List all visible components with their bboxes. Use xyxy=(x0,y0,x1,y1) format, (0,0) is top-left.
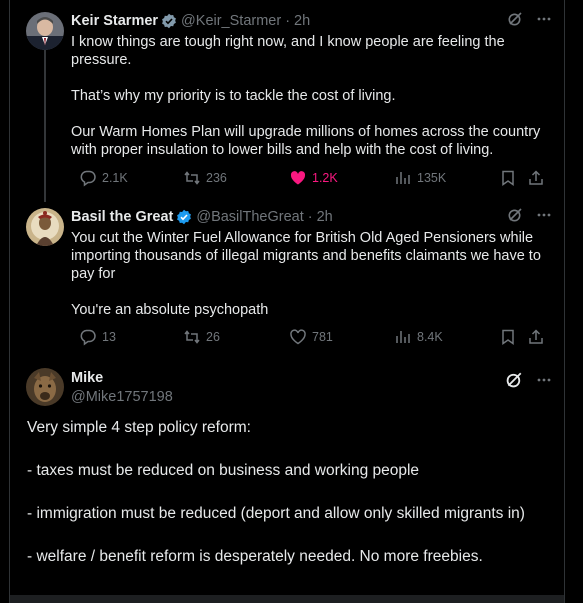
reply-icon xyxy=(80,170,96,187)
bookmark-button[interactable] xyxy=(499,169,517,187)
tweet-mike[interactable]: Mike @Mike1757198 Very simple 4 step pol… xyxy=(10,360,564,603)
reply-icon xyxy=(80,329,96,346)
views-icon xyxy=(396,172,410,184)
tweet-paragraph: I know things are tough right now, and I… xyxy=(71,34,505,68)
bookmark-button[interactable] xyxy=(499,328,517,346)
tweet-text: You cut the Winter Fuel Allowance for Br… xyxy=(71,229,552,319)
right-sidebar-edge xyxy=(566,0,583,603)
more-icon[interactable] xyxy=(536,11,552,32)
timestamp[interactable]: 2h xyxy=(294,13,310,29)
reply-count: 2.1K xyxy=(102,171,128,185)
tweet-actions: 2.1K 236 1.2K 135K xyxy=(71,169,552,189)
tweet-paragraph: You're an absolute psychopath xyxy=(71,302,269,318)
tweet-keir-starmer[interactable]: Keir Starmer @Keir_Starmer · 2h I know t… xyxy=(10,0,564,202)
thread-line xyxy=(44,50,46,202)
like-count: 1.2K xyxy=(312,171,338,185)
verified-badge-icon xyxy=(161,13,177,29)
share-icon xyxy=(529,170,543,185)
tweet-paragraph: That’s why my priority is to tackle the … xyxy=(71,88,396,104)
reply-button[interactable]: 13 xyxy=(79,328,116,346)
like-count: 781 xyxy=(312,330,333,344)
tweet-paragraph: - immigration must be reduced (deport an… xyxy=(27,505,525,522)
share-icon xyxy=(529,329,543,344)
like-button[interactable]: 781 xyxy=(289,328,333,346)
verified-badge-icon xyxy=(176,209,192,225)
display-name[interactable]: Keir Starmer xyxy=(71,13,158,29)
tweet-paragraph: - welfare / benefit reform is desperatel… xyxy=(27,548,483,565)
scroll-bottom-bar xyxy=(10,595,564,603)
tweet-paragraph: You cut the Winter Fuel Allowance for Br… xyxy=(71,230,541,282)
bookmark-icon xyxy=(502,170,514,186)
grok-icon[interactable] xyxy=(507,207,523,228)
like-button[interactable]: 1.2K xyxy=(289,169,338,187)
like-icon xyxy=(290,171,306,185)
views-button[interactable]: 8.4K xyxy=(394,328,443,346)
grok-icon[interactable] xyxy=(505,371,523,394)
views-icon xyxy=(396,331,410,343)
tweet-text: Very simple 4 step policy reform: - taxe… xyxy=(27,417,546,567)
timestamp[interactable]: 2h xyxy=(317,209,333,225)
bookmark-icon xyxy=(502,329,514,345)
tweet-header-actions xyxy=(505,371,552,394)
user-handle[interactable]: @Mike1757198 xyxy=(71,389,173,405)
view-count: 135K xyxy=(417,171,447,185)
reply-count: 13 xyxy=(102,330,116,344)
grok-icon[interactable] xyxy=(507,11,523,32)
tweet-text: I know things are tough right now, and I… xyxy=(71,33,552,159)
repost-icon xyxy=(184,330,200,344)
tweet-header-actions xyxy=(507,207,552,228)
user-handle[interactable]: @BasilTheGreat xyxy=(196,209,303,225)
view-count: 8.4K xyxy=(417,330,443,344)
views-button[interactable]: 135K xyxy=(394,169,446,187)
like-icon xyxy=(290,329,306,345)
tweet-paragraph: - taxes must be reduced on business and … xyxy=(27,462,420,479)
tweet-header-handle-row: @Mike1757198 xyxy=(71,387,552,407)
more-icon[interactable] xyxy=(536,207,552,228)
tweet-basil-the-great[interactable]: Basil the Great @BasilTheGreat · 2h You … xyxy=(10,200,564,360)
separator-dot: · xyxy=(307,209,313,225)
repost-count: 236 xyxy=(206,171,227,185)
tweet-header: Mike xyxy=(71,368,552,388)
tweet-paragraph: Very simple 4 step policy reform: xyxy=(27,419,251,436)
repost-button[interactable]: 236 xyxy=(183,169,227,187)
repost-count: 26 xyxy=(206,330,220,344)
more-icon[interactable] xyxy=(536,372,552,393)
tweet-actions: 13 26 781 8.4K xyxy=(71,328,552,348)
avatar-basil-the-great[interactable] xyxy=(26,208,64,246)
tweet-header: Keir Starmer @Keir_Starmer · 2h xyxy=(71,11,552,31)
tweet-paragraph: Our Warm Homes Plan will upgrade million… xyxy=(71,124,541,158)
tweet-header: Basil the Great @BasilTheGreat · 2h xyxy=(71,207,552,227)
avatar-keir-starmer[interactable] xyxy=(26,12,64,50)
display-name[interactable]: Mike xyxy=(71,370,103,386)
timeline-column: Keir Starmer @Keir_Starmer · 2h I know t… xyxy=(9,0,565,603)
share-button[interactable] xyxy=(527,328,545,346)
repost-icon xyxy=(184,171,200,185)
reply-button[interactable]: 2.1K xyxy=(79,169,128,187)
share-button[interactable] xyxy=(527,169,545,187)
user-handle[interactable]: @Keir_Starmer xyxy=(181,13,281,29)
repost-button[interactable]: 26 xyxy=(183,328,220,346)
separator-dot: · xyxy=(285,13,291,29)
tweet-header-actions xyxy=(507,11,552,32)
display-name[interactable]: Basil the Great xyxy=(71,209,173,225)
avatar-mike[interactable] xyxy=(26,368,64,406)
